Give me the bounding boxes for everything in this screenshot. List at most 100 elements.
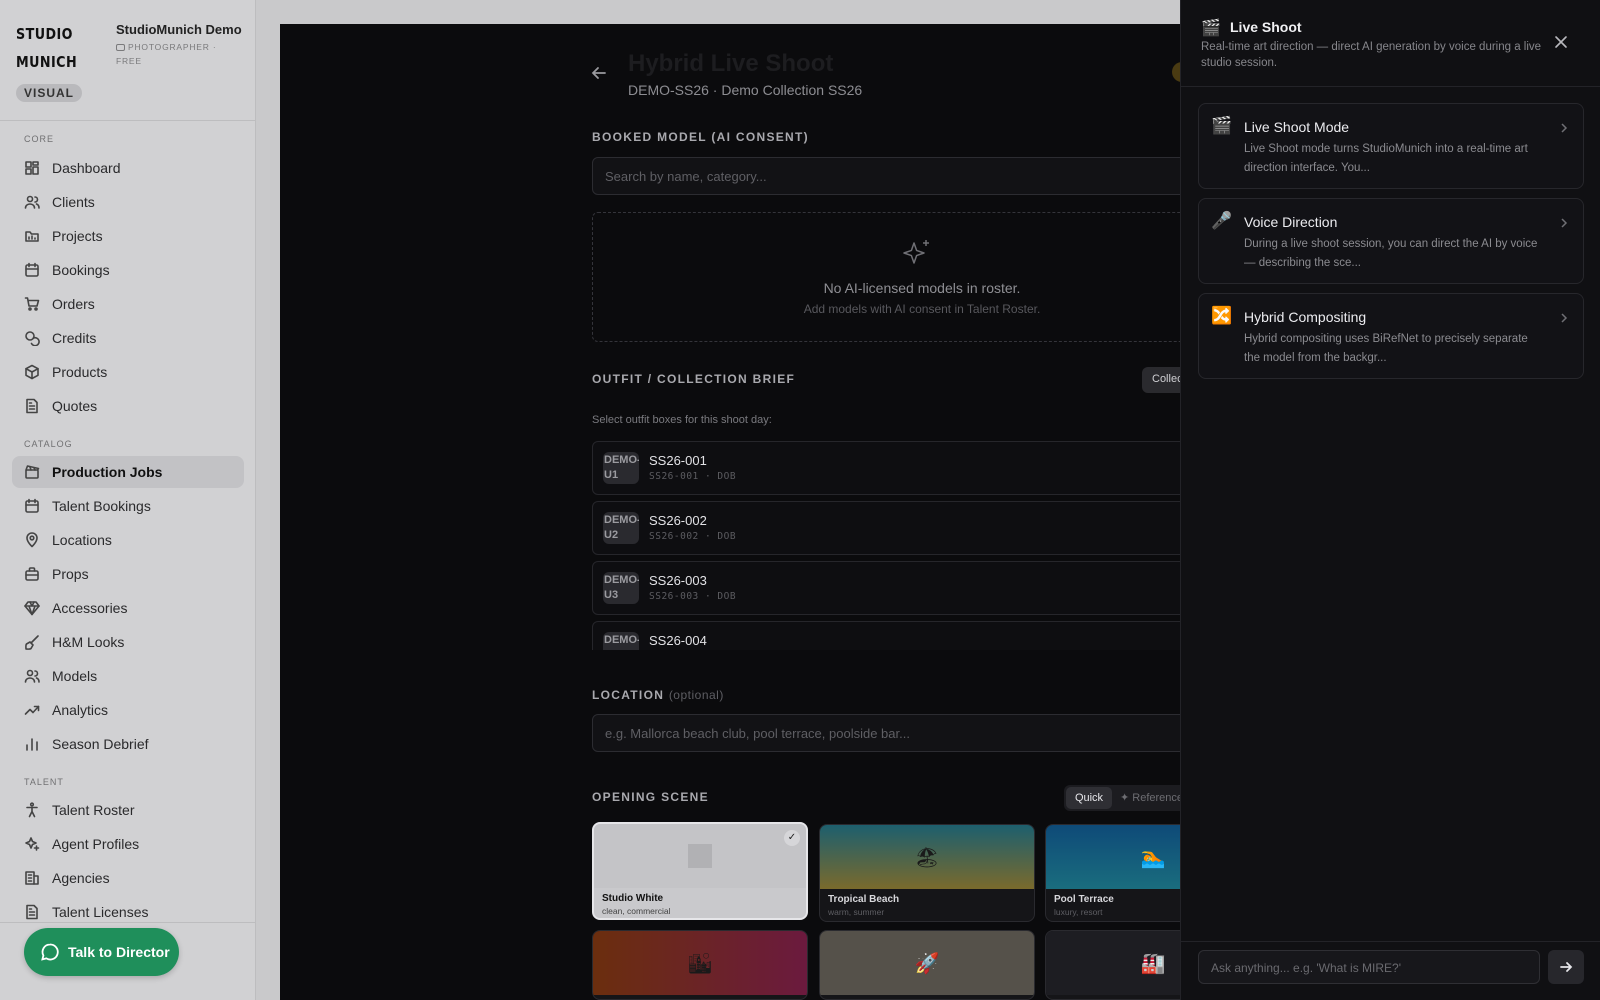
back-arrow-icon[interactable]: [590, 64, 608, 82]
location-input[interactable]: e.g. Mallorca beach club, pool terrace, …: [592, 714, 1180, 752]
status-dot: [1172, 62, 1180, 82]
location-label-text: LOCATION: [592, 688, 665, 702]
outfit-title: SS26-003: [649, 573, 707, 588]
scene-card-pool-terrace[interactable]: 🏊 Pool Terrace luxury, resort: [1045, 824, 1180, 922]
reference-tab-label: Reference: [1132, 792, 1180, 804]
scene-tags: warm, summer: [828, 907, 885, 917]
sidebar-item-label: H&M Looks: [52, 634, 125, 650]
brand-logo[interactable]: STUDIO MUNICH: [16, 20, 77, 76]
help-card-live-shoot-mode[interactable]: 🎬 Live Shoot Mode Live Shoot mode turns …: [1198, 103, 1584, 189]
outfit-row[interactable]: DEMO-U3 SS26-003 SS26-003 · DOB: [592, 561, 1180, 615]
sidebar-item-season-debrief[interactable]: Season Debrief: [12, 728, 244, 760]
outfit-hint: Select outfit boxes for this shoot day:: [592, 414, 772, 426]
chevron-right-icon: [1561, 313, 1568, 323]
clients-icon: [24, 195, 40, 209]
scene-image: 🏖: [820, 825, 1034, 889]
bookings-icon: [25, 262, 39, 277]
scene-card-studio-white[interactable]: ✓ Studio White clean, commercial: [592, 822, 808, 920]
sidebar-item-dashboard[interactable]: Dashboard: [12, 152, 244, 184]
scene-image: 🚀: [820, 931, 1034, 995]
outfit-code: SS26-001 · DOB: [649, 471, 737, 482]
scene-card[interactable]: 🏙: [592, 930, 808, 1000]
shuffle-icon: 🔀: [1211, 306, 1233, 325]
help-card-title: Hybrid Compositing: [1244, 309, 1367, 325]
sidebar-item-products[interactable]: Products: [12, 356, 244, 388]
booked-model-label: BOOKED MODEL (AI CONSENT): [592, 130, 809, 144]
sidebar: STUDIO MUNICH StudioMunich Demo PHOTOGRA…: [0, 0, 256, 1000]
close-icon[interactable]: [1553, 34, 1569, 50]
scene-card-tropical-beach[interactable]: 🏖 Tropical Beach warm, summer: [819, 824, 1035, 922]
help-card-desc: Live Shoot mode turns StudioMunich into …: [1244, 143, 1528, 174]
location-label: LOCATION (optional): [592, 688, 724, 702]
sidebar-item-agent-profiles[interactable]: Agent Profiles: [12, 828, 244, 860]
divider: [1181, 941, 1600, 942]
help-card-voice-direction[interactable]: 🎤 Voice Direction During a live shoot se…: [1198, 198, 1584, 284]
sidebar-item-clients[interactable]: Clients: [12, 186, 244, 218]
brand-line-1: STUDIO: [16, 25, 73, 43]
section-catalog: CATALOG: [24, 439, 73, 449]
sidebar-item-agencies[interactable]: Agencies: [12, 862, 244, 894]
location-optional: (optional): [668, 688, 724, 702]
org-meta-text: PHOTOGRAPHER · FREE: [116, 42, 217, 66]
scene-card[interactable]: 🏭: [1045, 930, 1180, 1000]
outfit-thumbnail: DEMO-U1: [603, 452, 639, 484]
model-search-input[interactable]: Search by name, category...: [592, 157, 1180, 195]
beach-icon: 🏖: [914, 846, 940, 869]
panel-subtitle: Real-time art direction — direct AI gene…: [1201, 41, 1542, 69]
outfit-row[interactable]: DEMO-U1 SS26-001 SS26-001 · DOB: [592, 441, 1180, 495]
divider: [0, 120, 255, 121]
sidebar-item-credits[interactable]: Credits: [12, 322, 244, 354]
scene-tags: luxury, resort: [1054, 907, 1103, 917]
sidebar-item-label: Talent Roster: [52, 802, 135, 818]
scene-card[interactable]: 🚀: [819, 930, 1035, 1000]
sidebar-item-production-jobs[interactable]: Production Jobs: [12, 456, 244, 488]
sidebar-item-locations[interactable]: Locations: [12, 524, 244, 556]
credits-icon: [25, 331, 40, 346]
factory-icon: 🏭: [1140, 952, 1166, 975]
arrow-right-icon: [1560, 962, 1573, 972]
sidebar-item-props[interactable]: Props: [12, 558, 244, 590]
sidebar-item-talent-roster[interactable]: Talent Roster: [12, 794, 244, 826]
reference-tab[interactable]: ✦ Reference: [1120, 785, 1180, 811]
orders-icon: [24, 297, 40, 311]
help-card-desc: Hybrid compositing uses BiRefNet to prec…: [1244, 333, 1528, 364]
org-name[interactable]: StudioMunich Demo: [116, 22, 242, 37]
sidebar-item-label: Production Jobs: [52, 464, 163, 480]
quick-tab[interactable]: Quick: [1066, 787, 1112, 809]
sidebar-item-quotes[interactable]: Quotes: [12, 390, 244, 422]
outfit-title: SS26-001: [649, 453, 707, 468]
outfit-label: OUTFIT / COLLECTION BRIEF: [592, 372, 796, 386]
help-card-hybrid-compositing[interactable]: 🔀 Hybrid Compositing Hybrid compositing …: [1198, 293, 1584, 379]
sidebar-item-bookings[interactable]: Bookings: [12, 254, 244, 286]
talk-to-director-button[interactable]: Talk to Director: [24, 928, 179, 976]
sidebar-item-models[interactable]: Models: [12, 660, 244, 692]
help-card-title: Live Shoot Mode: [1244, 119, 1350, 135]
divider: [0, 922, 255, 923]
pool-icon: 🏊: [1140, 846, 1166, 869]
outfit-row[interactable]: DEMO- SS26-004: [592, 621, 1180, 650]
outfit-row[interactable]: DEMO-U2 SS26-002 SS26-002 · DOB: [592, 501, 1180, 555]
sidebar-item-label: Products: [52, 364, 108, 380]
panel-title: Live Shoot: [1230, 19, 1302, 35]
sidebar-item-talent-bookings[interactable]: Talent Bookings: [12, 490, 244, 522]
sidebar-item-talent-licenses[interactable]: Talent Licenses: [12, 896, 244, 928]
sidebar-item-handm-looks[interactable]: H&M Looks: [12, 626, 244, 658]
talk-button-label: Talk to Director: [68, 944, 170, 960]
sidebar-item-label: Orders: [52, 296, 95, 312]
page-subtitle: DEMO-SS26 · Demo Collection SS26: [628, 82, 863, 98]
scene-name: Tropical Beach: [828, 894, 900, 905]
chevron-right-icon: [1561, 218, 1568, 228]
send-button[interactable]: [1548, 950, 1584, 984]
props-icon: [25, 567, 39, 581]
collection-button[interactable]: Collec: [1142, 367, 1180, 393]
scene-name: Studio White: [602, 893, 664, 904]
sidebar-item-projects[interactable]: Projects: [12, 220, 244, 252]
agencies-icon: [25, 871, 39, 885]
camera-icon: [116, 44, 125, 51]
ask-input[interactable]: Ask anything... e.g. 'What is MIRE?': [1198, 950, 1540, 984]
microphone-icon: 🎤: [1211, 211, 1233, 230]
sidebar-item-orders[interactable]: Orders: [12, 288, 244, 320]
sidebar-item-accessories[interactable]: Accessories: [12, 592, 244, 624]
chat-icon: [41, 943, 59, 961]
sidebar-item-analytics[interactable]: Analytics: [12, 694, 244, 726]
